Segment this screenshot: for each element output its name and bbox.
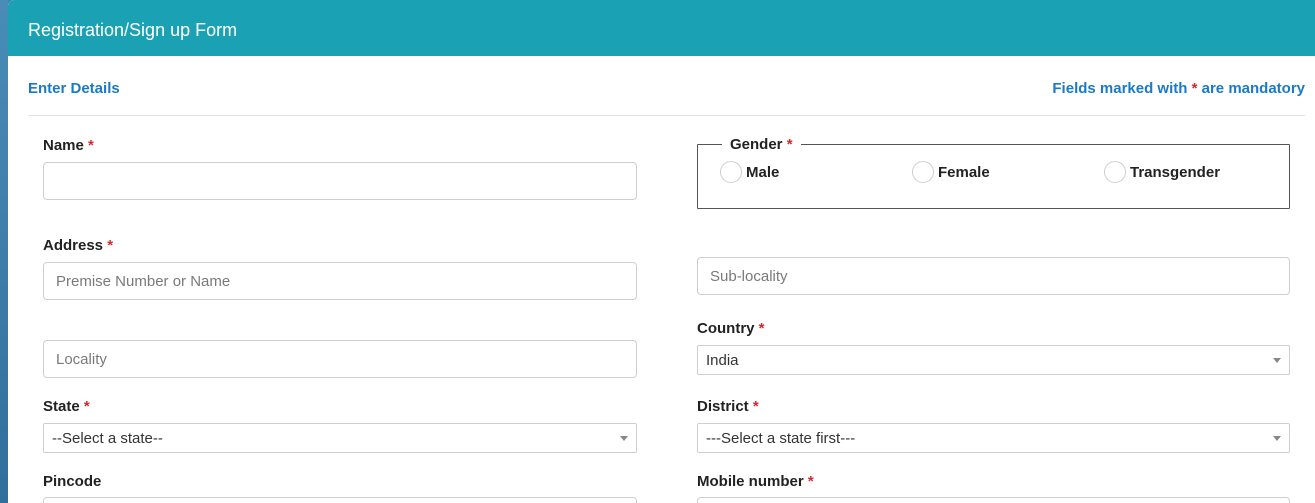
- district-label: District *: [697, 398, 759, 415]
- mandatory-note-suffix: are mandatory: [1201, 80, 1305, 97]
- district-select[interactable]: ---Select a state first---: [697, 423, 1290, 453]
- locality-input[interactable]: [43, 340, 637, 378]
- form-header: Registration/Sign up Form: [8, 0, 1315, 56]
- gender-option-male-label: Male: [746, 163, 780, 181]
- country-required-star: *: [758, 320, 765, 337]
- state-label: State *: [43, 398, 90, 415]
- form-title: Registration/Sign up Form: [28, 20, 238, 40]
- name-label: Name *: [43, 137, 94, 154]
- gender-option-female[interactable]: Female: [912, 161, 990, 183]
- sublocality-input[interactable]: [697, 257, 1290, 295]
- premise-input[interactable]: [43, 262, 637, 300]
- district-selected-value: ---Select a state first---: [706, 429, 856, 447]
- country-label: Country *: [697, 320, 765, 337]
- chevron-down-icon: [1273, 436, 1281, 441]
- registration-form-card: Registration/Sign up Form Enter Details …: [8, 0, 1315, 503]
- gender-required-star: *: [786, 136, 793, 153]
- chevron-down-icon: [1273, 358, 1281, 363]
- country-label-text: Country: [697, 320, 755, 337]
- state-required-star: *: [83, 398, 90, 415]
- country-selected-value: India: [706, 351, 739, 369]
- name-required-star: *: [88, 137, 94, 154]
- district-required-star: *: [752, 398, 759, 415]
- mandatory-note: Fields marked with * are mandatory: [1052, 80, 1305, 97]
- gender-legend: Gender *: [722, 136, 801, 153]
- header-divider: [28, 115, 1305, 116]
- pincode-input[interactable]: [43, 497, 637, 503]
- mobile-required-star: *: [807, 473, 814, 490]
- enter-details-heading: Enter Details: [28, 80, 120, 97]
- radio-button-transgender[interactable]: [1104, 161, 1126, 183]
- mandatory-note-star: *: [1191, 80, 1198, 97]
- address-label: Address *: [43, 237, 113, 254]
- radio-button-male[interactable]: [720, 161, 742, 183]
- mobile-input[interactable]: [697, 497, 1290, 503]
- state-label-text: State: [43, 398, 80, 415]
- address-required-star: *: [107, 237, 114, 254]
- state-select[interactable]: --Select a state--: [43, 423, 637, 453]
- name-input[interactable]: [43, 162, 637, 200]
- chevron-down-icon: [620, 436, 628, 441]
- mobile-label-text: Mobile number: [697, 473, 804, 490]
- page-background: [0, 0, 8, 503]
- gender-option-transgender-label: Transgender: [1130, 163, 1221, 181]
- gender-label-text: Gender: [730, 136, 783, 153]
- state-selected-value: --Select a state--: [52, 429, 163, 447]
- mobile-label: Mobile number *: [697, 473, 814, 490]
- name-label-text: Name: [43, 137, 84, 154]
- radio-button-female[interactable]: [912, 161, 934, 183]
- district-label-text: District: [697, 398, 749, 415]
- pincode-label: Pincode: [43, 473, 101, 490]
- country-select[interactable]: India: [697, 345, 1290, 375]
- gender-option-transgender[interactable]: Transgender: [1104, 161, 1220, 183]
- pincode-label-text: Pincode: [43, 473, 102, 490]
- address-label-text: Address: [43, 237, 104, 254]
- gender-fieldset: Gender * Male Female Transgender: [697, 136, 1290, 209]
- gender-option-female-label: Female: [938, 163, 990, 181]
- mandatory-note-prefix: Fields marked with: [1052, 80, 1188, 97]
- gender-option-male[interactable]: Male: [720, 161, 779, 183]
